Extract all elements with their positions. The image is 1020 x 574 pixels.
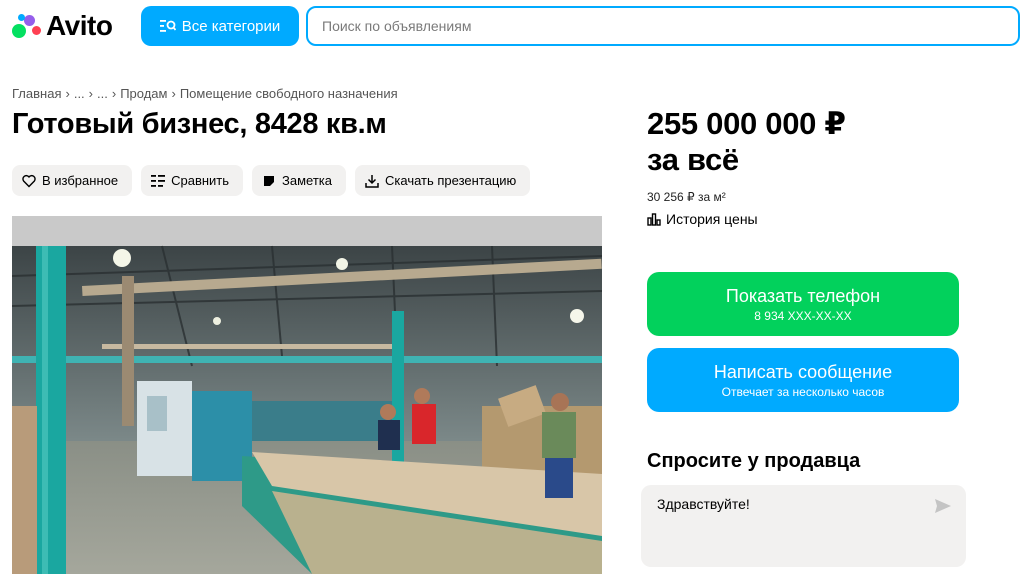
- heart-icon: [22, 174, 36, 187]
- logo-text: Avito: [46, 10, 113, 41]
- ask-seller-title: Спросите у продавца: [647, 450, 861, 472]
- breadcrumb-category[interactable]: Помещение свободного назначения: [180, 86, 398, 101]
- listing-actions: В избранное Сравнить Заметка Скачать пре…: [12, 165, 531, 196]
- show-phone-button[interactable]: Показать телефон 8 934 XXX-XX-XX: [647, 272, 959, 336]
- search-input[interactable]: [322, 18, 982, 34]
- note-label: Заметка: [282, 173, 333, 188]
- breadcrumb-sell[interactable]: Продам: [120, 86, 167, 101]
- favorite-label: В избранное: [42, 173, 119, 188]
- breadcrumb-separator: ›: [65, 86, 70, 101]
- breadcrumb-separator: ›: [171, 86, 176, 101]
- favorite-button[interactable]: В избранное: [12, 165, 133, 196]
- breadcrumb-level-2[interactable]: ...: [74, 86, 85, 101]
- listing-photo[interactable]: [12, 216, 602, 574]
- ask-seller-box: Здравствуйте!: [641, 485, 966, 567]
- breadcrumb-level-3[interactable]: ...: [97, 86, 108, 101]
- phone-masked: 8 934 XXX-XX-XX: [754, 308, 852, 323]
- compare-button[interactable]: Сравнить: [141, 165, 244, 196]
- breadcrumb-separator: ›: [111, 86, 117, 101]
- download-presentation-button[interactable]: Скачать презентацию: [355, 165, 531, 196]
- search-field[interactable]: [306, 6, 1020, 46]
- all-categories-label: Все категории: [181, 17, 281, 35]
- breadcrumb-separator: ›: [88, 86, 94, 101]
- avito-logo[interactable]: Avito: [12, 10, 113, 42]
- listing-title: Готовый бизнес, 8428 кв.м: [12, 108, 387, 140]
- response-time: Отвечает за несколько часов: [721, 384, 885, 399]
- categories-search-icon: [159, 20, 176, 32]
- factory-photo-image: [12, 216, 602, 574]
- send-icon[interactable]: [934, 498, 952, 514]
- show-phone-label: Показать телефон: [725, 285, 881, 306]
- write-message-button[interactable]: Написать сообщение Отвечает за несколько…: [647, 348, 959, 412]
- price-suffix: за всё: [647, 142, 739, 177]
- breadcrumb: Главная › ... › ... › Продам › Помещение…: [12, 86, 398, 101]
- compare-icon: [151, 174, 166, 187]
- breadcrumb-home[interactable]: Главная: [12, 86, 61, 101]
- note-button[interactable]: Заметка: [252, 165, 347, 196]
- all-categories-button[interactable]: Все категории: [141, 6, 299, 46]
- logo-mark-icon: [12, 12, 42, 40]
- compare-label: Сравнить: [171, 173, 230, 188]
- price-history-link[interactable]: История цены: [647, 211, 758, 227]
- ask-seller-input[interactable]: Здравствуйте!: [657, 496, 917, 556]
- write-message-label: Написать сообщение: [713, 361, 893, 382]
- bar-chart-icon: [647, 212, 661, 226]
- price-per-square-meter: 30 256 ₽ за м²: [647, 190, 726, 204]
- price-block: 255 000 000 ₽ за всё: [647, 106, 846, 178]
- price-history-label: История цены: [666, 211, 758, 227]
- price-amount: 255 000 000 ₽: [647, 106, 846, 141]
- note-icon: [264, 175, 275, 186]
- download-label: Скачать презентацию: [385, 173, 517, 188]
- download-icon: [365, 174, 379, 188]
